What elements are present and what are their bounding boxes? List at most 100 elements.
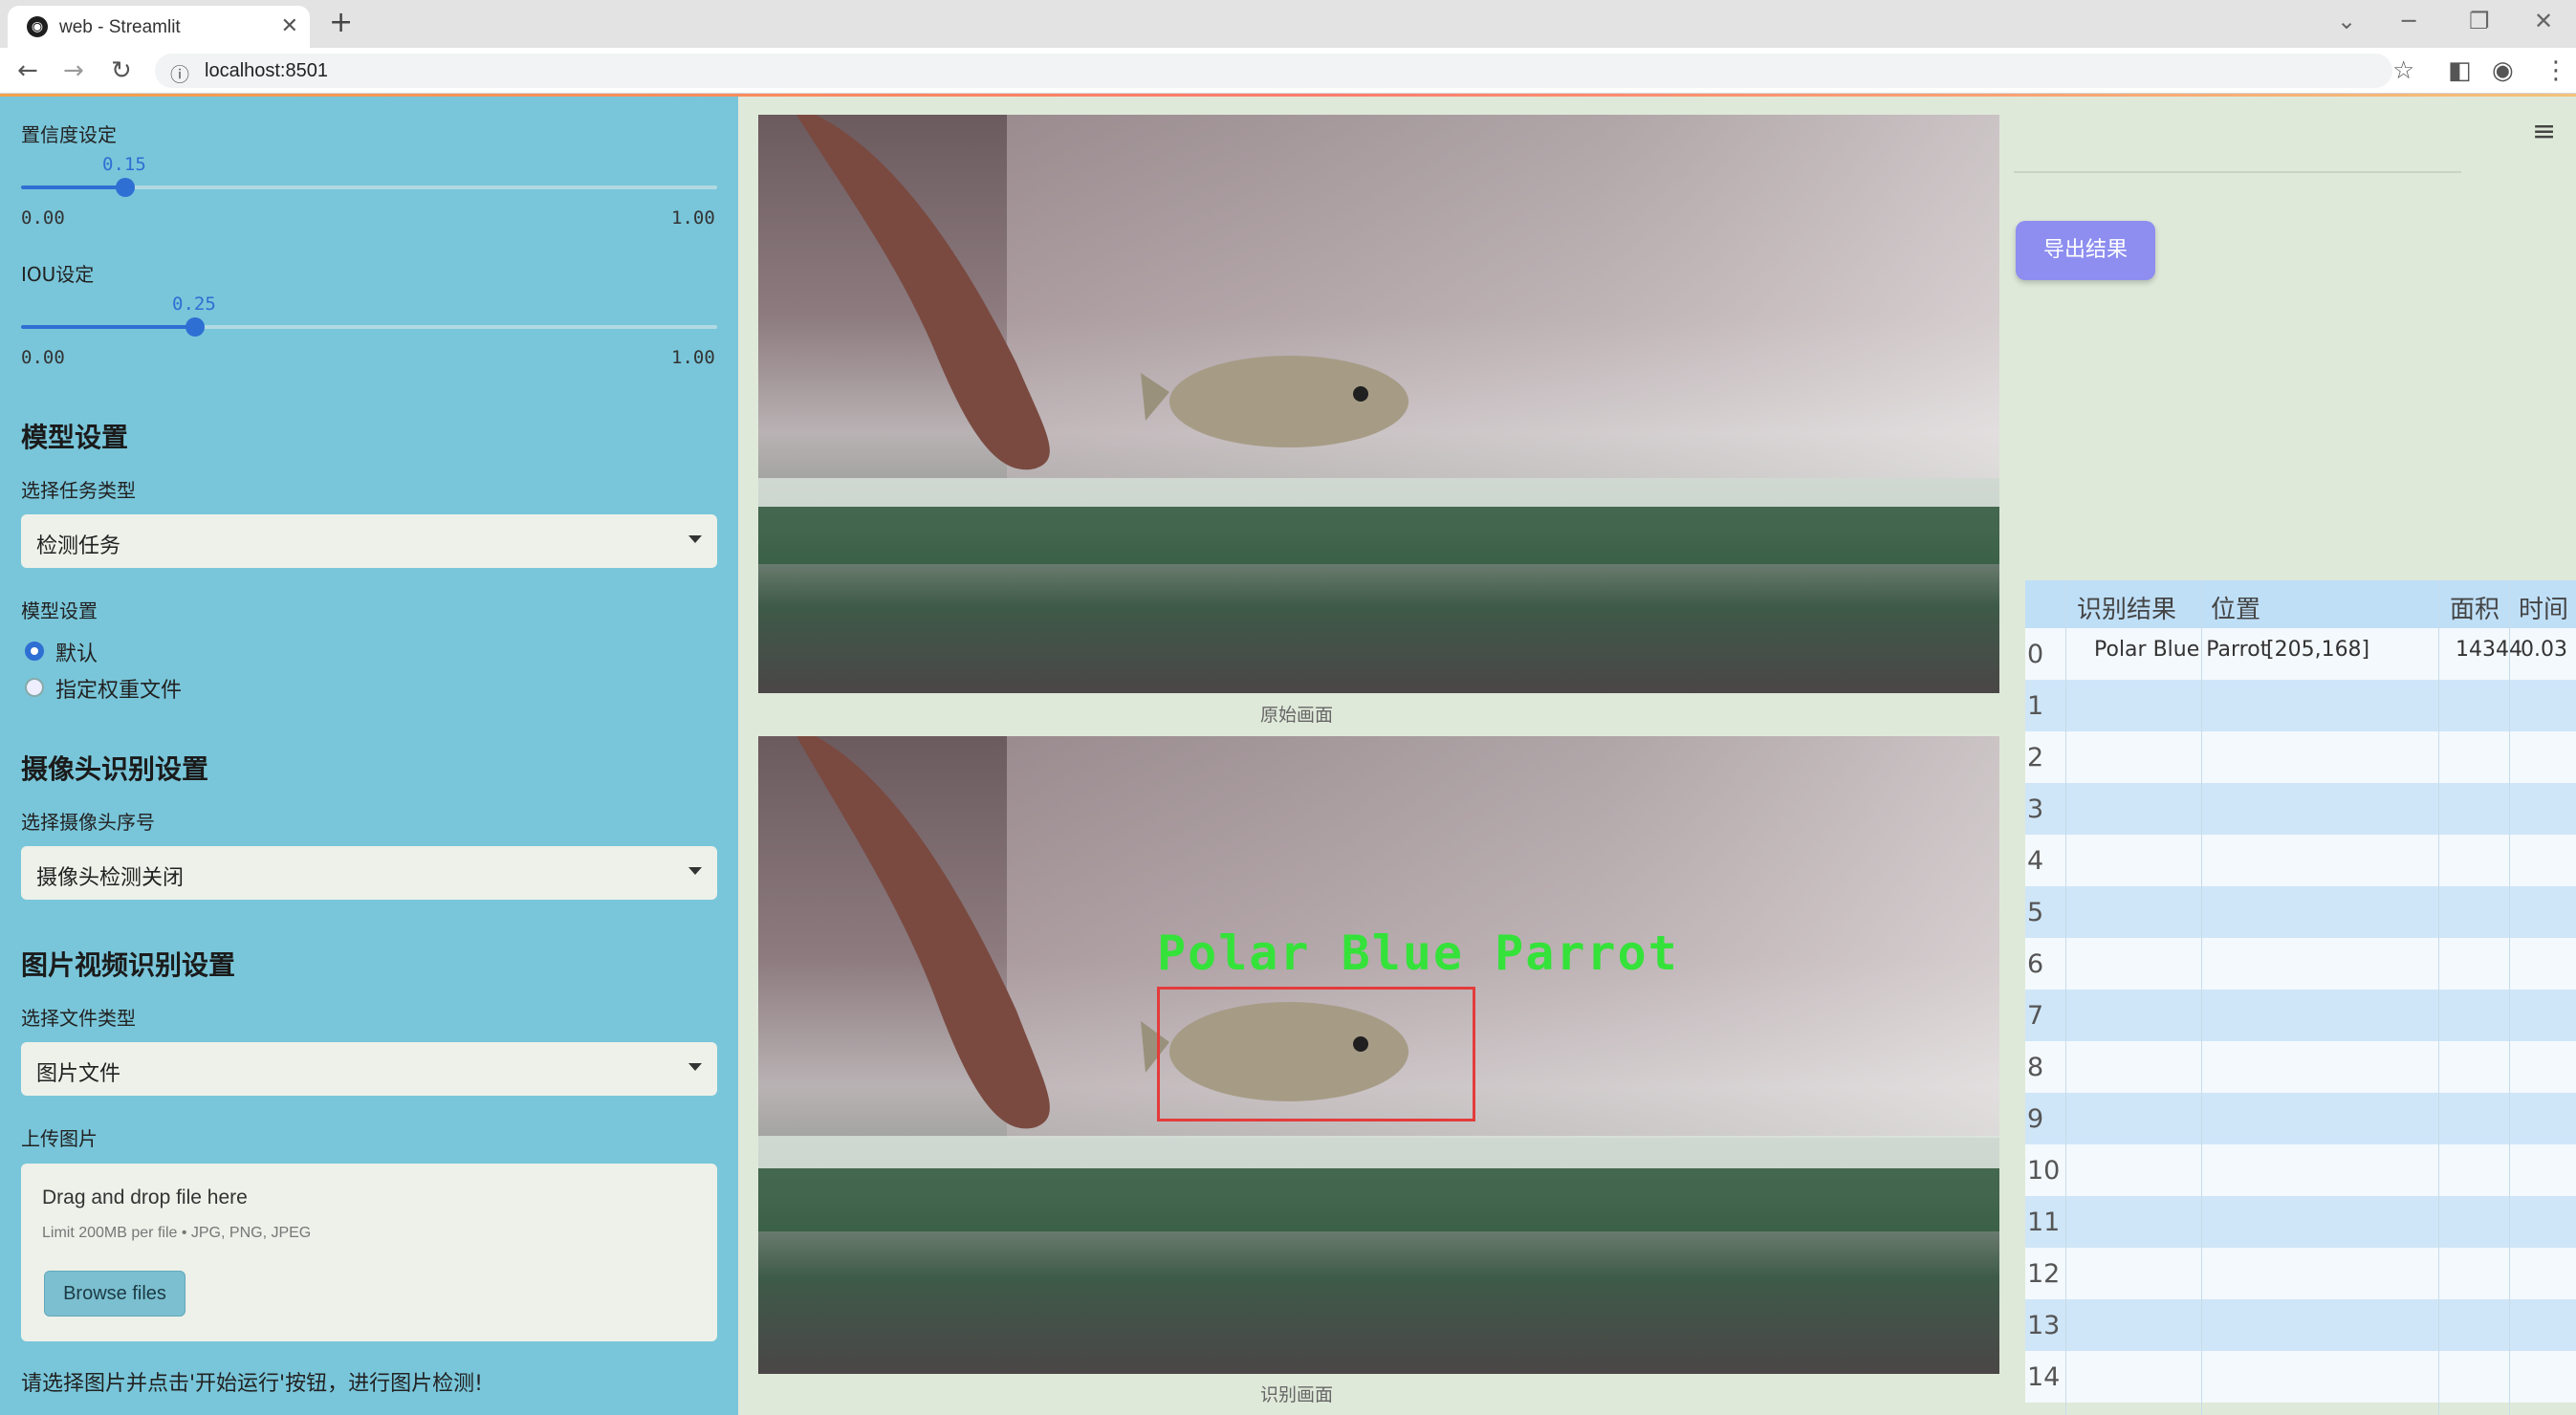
col-position[interactable]: 位置 — [2211, 590, 2260, 625]
table-row[interactable]: 13 — [2025, 1299, 2576, 1351]
restore-icon[interactable]: ❐ — [2469, 8, 2490, 34]
forward-icon[interactable]: → — [63, 56, 84, 85]
task-type-value: 检测任务 — [36, 534, 121, 558]
iou-value: 0.25 — [172, 294, 216, 315]
radio-default[interactable] — [25, 642, 44, 661]
table-row[interactable]: 0 Polar Blue Parrot [205,168] 14344 0.03 — [2025, 628, 2576, 680]
table-row[interactable]: 14 — [2025, 1351, 2576, 1403]
browse-files-button[interactable]: Browse files — [44, 1271, 186, 1317]
chevron-down-icon — [688, 535, 702, 543]
back-icon[interactable]: ← — [17, 56, 38, 85]
col-time[interactable]: 时间 — [2519, 590, 2568, 625]
row-index: 0 — [2027, 640, 2044, 669]
cell-area: 14344 — [2456, 638, 2522, 662]
tab-close-icon[interactable]: ✕ — [281, 14, 298, 38]
export-results-button[interactable]: 导出结果 — [2016, 221, 2155, 280]
row-index: 3 — [2027, 795, 2044, 824]
row-index: 6 — [2027, 949, 2044, 979]
iou-slider[interactable] — [21, 317, 717, 337]
model-settings-label: 模型设置 — [21, 599, 98, 622]
app-window: ◉ web - Streamlit ✕ + ⌄ ─ ❐ ✕ ← → ↻ ⓘ lo… — [0, 0, 2576, 1415]
uploader-title: Drag and drop file here — [42, 1186, 248, 1208]
side-panel-icon[interactable]: ◧ — [2448, 56, 2472, 85]
task-type-select[interactable]: 检测任务 — [21, 514, 717, 568]
table-row[interactable]: 8 — [2025, 1041, 2576, 1093]
iou-label: IOU设定 — [21, 263, 95, 286]
table-row[interactable]: 3 — [2025, 783, 2576, 835]
radio-custom-weights-label[interactable]: 指定权重文件 — [55, 673, 182, 704]
table-row[interactable]: 1 — [2025, 680, 2576, 731]
hamburger-menu-icon[interactable]: ≡ — [2532, 115, 2556, 148]
table-row[interactable]: 12 — [2025, 1248, 2576, 1299]
uploader-limit: Limit 200MB per file • JPG, PNG, JPEG — [42, 1225, 312, 1241]
table-row[interactable]: 4 — [2025, 835, 2576, 886]
file-type-value: 图片文件 — [36, 1062, 121, 1086]
camera-value: 摄像头检测关闭 — [36, 866, 185, 890]
result-caption: 识别画面 — [1260, 1384, 1334, 1405]
radio-default-label[interactable]: 默认 — [55, 637, 98, 667]
table-row[interactable]: 5 — [2025, 886, 2576, 938]
row-index: 9 — [2027, 1104, 2044, 1134]
table-row[interactable]: 6 — [2025, 938, 2576, 990]
results-table: 识别结果 位置 面积 时间 0 Polar Blue Parrot [205,168… — [2025, 580, 2576, 1415]
browser-menu-icon[interactable]: ⋮ — [2543, 56, 2568, 85]
window-close-icon[interactable]: ✕ — [2534, 8, 2553, 34]
media-section-title: 图片视频识别设置 — [21, 949, 236, 981]
detection-box — [1157, 987, 1475, 1121]
col-result[interactable]: 识别结果 — [2077, 590, 2176, 625]
cell-result: Polar Blue Parrot — [2094, 638, 2269, 662]
tab-search-icon[interactable]: ⌄ — [2337, 8, 2356, 34]
camera-label: 选择摄像头序号 — [21, 811, 155, 834]
sidebar: 置信度设定 0.15 0.00 1.00 IOU设定 0.25 0.00 1.0… — [0, 97, 738, 1415]
row-index: 4 — [2027, 846, 2044, 876]
row-index: 7 — [2027, 1001, 2044, 1031]
iou-min: 0.00 — [21, 347, 65, 368]
site-info-icon[interactable]: ⓘ — [170, 59, 189, 87]
file-type-select[interactable]: 图片文件 — [21, 1042, 717, 1096]
new-tab-icon[interactable]: + — [329, 6, 353, 39]
divider — [2014, 171, 2461, 173]
table-row[interactable]: 10 — [2025, 1144, 2576, 1196]
row-index: 12 — [2027, 1259, 2061, 1289]
address-bar[interactable]: ⓘ localhost:8501 — [155, 54, 2392, 88]
result-image: Polar Blue Parrot — [758, 736, 1999, 1374]
col-area[interactable]: 面积 — [2450, 590, 2500, 625]
table-row[interactable]: 11 — [2025, 1196, 2576, 1248]
confidence-min: 0.00 — [21, 207, 65, 229]
table-row[interactable]: 9 — [2025, 1093, 2576, 1144]
sidebar-hint: 请选择图片并点击'开始运行'按钮，进行图片检测! — [21, 1372, 483, 1396]
iou-slider-thumb[interactable] — [186, 317, 205, 337]
confidence-slider[interactable] — [21, 178, 717, 197]
upload-label: 上传图片 — [21, 1127, 98, 1150]
reload-icon[interactable]: ↻ — [111, 56, 132, 85]
browser-toolbar: ← → ↻ ⓘ localhost:8501 ☆ ◧ ◉ ⋮ — [0, 48, 2576, 94]
minimize-icon[interactable]: ─ — [2402, 8, 2415, 34]
column-divider — [2201, 580, 2202, 1415]
radio-custom-weights[interactable] — [25, 678, 44, 697]
column-divider — [2065, 580, 2066, 1415]
row-index: 14 — [2027, 1362, 2061, 1392]
table-header: 识别结果 位置 面积 时间 — [2025, 580, 2576, 628]
streamlit-favicon-icon: ◉ — [27, 16, 48, 37]
tab-title: web - Streamlit — [59, 17, 181, 37]
cell-time: 0.03 — [2521, 638, 2567, 662]
confidence-slider-thumb[interactable] — [116, 178, 135, 197]
task-type-label: 选择任务类型 — [21, 479, 136, 502]
table-row[interactable]: 2 — [2025, 731, 2576, 783]
confidence-slider-fill — [21, 185, 125, 189]
camera-select[interactable]: 摄像头检测关闭 — [21, 846, 717, 900]
row-index: 1 — [2027, 691, 2044, 721]
iou-max: 1.00 — [671, 347, 715, 368]
column-divider — [2438, 580, 2439, 1415]
file-uploader-dropzone[interactable]: Drag and drop file here Limit 200MB per … — [21, 1164, 717, 1341]
column-divider — [2509, 580, 2510, 1415]
url-text: localhost:8501 — [205, 60, 328, 81]
table-row[interactable]: 7 — [2025, 990, 2576, 1041]
model-section-title: 模型设置 — [21, 422, 129, 453]
bookmark-star-icon[interactable]: ☆ — [2392, 56, 2414, 85]
confidence-max: 1.00 — [671, 207, 715, 229]
row-index: 13 — [2027, 1311, 2061, 1340]
confidence-value: 0.15 — [102, 154, 146, 175]
browser-tab[interactable]: ◉ web - Streamlit ✕ — [8, 6, 310, 48]
profile-icon[interactable]: ◉ — [2492, 56, 2514, 85]
